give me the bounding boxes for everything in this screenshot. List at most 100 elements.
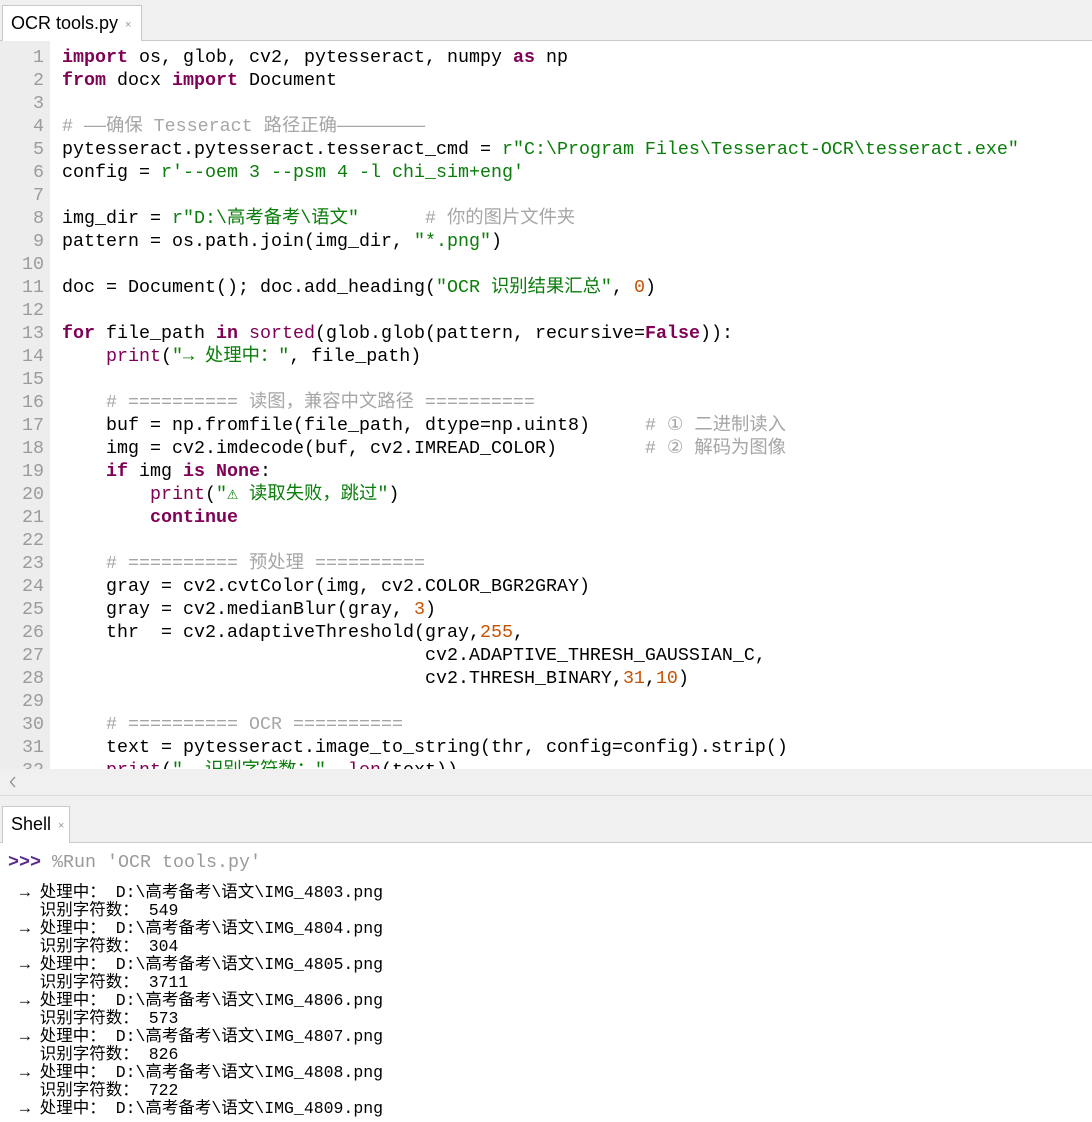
shell-console[interactable]: >>> %Run 'OCR tools.py' → 处理中： D:\高考备考\语文… (0, 842, 1092, 1122)
chevron-left-icon[interactable] (8, 775, 18, 789)
code-editor[interactable]: 1 import os, glob, cv2, pytesseract, nump… (0, 40, 1092, 769)
line-number: 10 (22, 254, 44, 275)
code-text: cv2.ADAPTIVE_THRESH_GAUSSIAN_C, (62, 645, 766, 666)
code-line[interactable]: 4 # ——确保 Tesseract 路径正确———————— (0, 115, 1092, 138)
code-text: # ——确保 Tesseract 路径正确———————— (62, 115, 425, 138)
code-line[interactable]: 23 # ========== 预处理 ========== (0, 552, 1092, 575)
line-number: 18 (22, 438, 44, 459)
code-line[interactable]: 29 (0, 690, 1092, 713)
code-line[interactable]: 25 gray = cv2.medianBlur(gray, 3) (0, 598, 1092, 621)
code-line[interactable]: 24 gray = cv2.cvtColor(img, cv2.COLOR_BG… (0, 575, 1092, 598)
code-line[interactable]: 16 # ========== 读图，兼容中文路径 ========== (0, 391, 1092, 414)
syntax-token-number: 10 (655, 668, 678, 689)
code-line[interactable]: 9 pattern = os.path.join(img_dir, "*.png"… (0, 230, 1092, 253)
code-line[interactable]: 8 img_dir = r"D:\高考备考\语文" # 你的图片文件夹 (0, 207, 1092, 230)
code-line[interactable]: 12 (0, 299, 1092, 322)
code-text: print("⚠ 读取失败，跳过") (150, 484, 400, 505)
shell-tab[interactable]: Shell × (2, 806, 70, 843)
line-number: 26 (22, 622, 44, 643)
code-line[interactable]: 31 text = pytesseract.image_to_string(th… (0, 736, 1092, 759)
syntax-token-keyword: in (216, 323, 238, 344)
shell-output-line: → 处理中： D:\高考备考\语文\IMG_4803.png (20, 883, 384, 902)
code-text: print(" 识别字符数：", len(text)) (62, 759, 458, 769)
horizontal-scrollbar[interactable] (0, 769, 1092, 795)
close-icon[interactable]: × (58, 820, 64, 832)
code-line[interactable]: 18 img = cv2.imdecode(buf, cv2.IMREAD_CO… (0, 437, 1092, 460)
code-line[interactable]: 15 (0, 368, 1092, 391)
line-number: 14 (22, 346, 44, 367)
code-text: gray = cv2.cvtColor(img, cv2.COLOR_BGR2G… (62, 576, 590, 597)
syntax-token-comment: # ① 二进制读入 (644, 415, 787, 436)
code-line[interactable]: 2 from docx import Document (0, 69, 1092, 92)
shell-output-line: → 处理中： D:\高考备考\语文\IMG_4807.png (20, 1027, 384, 1046)
line-number: 21 (22, 507, 44, 528)
syntax-token-number: 31 (622, 668, 645, 689)
line-number: 23 (22, 553, 44, 574)
close-icon[interactable]: × (125, 19, 131, 31)
code-line[interactable]: 1 import os, glob, cv2, pytesseract, nump… (0, 46, 1092, 69)
syntax-token-builtin: sorted (249, 323, 315, 344)
code-line[interactable]: 13 for file_path in sorted(glob.glob(patt… (0, 322, 1092, 345)
code-text: pytesseract.pytesseract.tesseract_cmd = … (62, 139, 1019, 160)
shell-output-line: 识别字符数： 3711 (20, 973, 189, 992)
editor-tab-ocr-tools[interactable]: OCR tools.py × (2, 5, 142, 41)
syntax-token-keyword: is (183, 461, 205, 482)
code-line[interactable]: 17 buf = np.fromfile(file_path, dtype=np… (0, 414, 1092, 437)
shell-output: → 处理中： D:\高考备考\语文\IMG_4803.png 识别字符数： 54… (0, 843, 1092, 1122)
shell-output-line: 识别字符数： 722 (20, 1081, 179, 1100)
syntax-token-string: r'--oem 3 --psm 4 -l chi_sim+eng' (161, 162, 524, 183)
syntax-token-builtin: print (106, 346, 161, 367)
code-text: # ========== 预处理 ========== (62, 552, 425, 575)
code-line[interactable]: 5 pytesseract.pytesseract.tesseract_cmd =… (0, 138, 1092, 161)
code-text: doc = Document(); doc.add_heading("OCR 识… (62, 277, 656, 298)
syntax-token-builtin: print (106, 760, 161, 769)
code-lines: 1 import os, glob, cv2, pytesseract, nump… (0, 41, 1092, 769)
code-line[interactable]: 19 if img is None: (0, 460, 1092, 483)
code-text: buf = np.fromfile(file_path, dtype=np.ui… (62, 415, 787, 436)
editor-tab-title: OCR tools.py (11, 13, 119, 33)
code-line[interactable]: 10 (0, 253, 1092, 276)
code-line[interactable]: 20 print("⚠ 读取失败，跳过") (0, 483, 1092, 506)
code-line[interactable]: 7 (0, 184, 1092, 207)
syntax-token-comment: # ② 解码为图像 (644, 438, 787, 459)
code-text: pattern = os.path.join(img_dir, "*.png") (62, 231, 502, 252)
code-line[interactable]: 30 # ========== OCR ========== (0, 713, 1092, 736)
syntax-token-keyword: import (62, 47, 128, 68)
line-number: 31 (22, 737, 44, 758)
syntax-token-keyword: continue (150, 507, 238, 528)
code-line[interactable]: 21 continue (0, 506, 1092, 529)
line-number: 30 (22, 714, 44, 735)
syntax-token-keyword: for (62, 323, 95, 344)
code-line[interactable]: 3 (0, 92, 1092, 115)
shell-output-line: → 处理中： D:\高考备考\语文\IMG_4806.png (20, 991, 384, 1010)
code-text: from docx import Document (62, 70, 337, 91)
syntax-token-comment: # ========== 读图，兼容中文路径 ========== (106, 392, 535, 413)
syntax-token-builtin: len (348, 760, 381, 769)
code-text: config = r'--oem 3 --psm 4 -l chi_sim+en… (62, 162, 524, 183)
code-text: text = pytesseract.image_to_string(thr, … (62, 737, 788, 758)
line-number: 20 (22, 484, 44, 505)
syntax-token-string: "*.png" (413, 231, 491, 252)
shell-output-line: → 处理中： D:\高考备考\语文\IMG_4804.png (20, 919, 384, 938)
shell-output-line: → 处理中： D:\高考备考\语文\IMG_4809.png (20, 1099, 384, 1118)
line-number: 28 (22, 668, 44, 689)
code-line[interactable]: 28 cv2.THRESH_BINARY,31,10) (0, 667, 1092, 690)
code-line[interactable]: 26 thr = cv2.adaptiveThreshold(gray,255, (0, 621, 1092, 644)
code-line[interactable]: 6 config = r'--oem 3 --psm 4 -l chi_sim+e… (0, 161, 1092, 184)
line-number: 3 (33, 93, 44, 114)
line-number: 2 (33, 70, 44, 91)
editor-tab-bar: OCR tools.py × (0, 0, 1092, 41)
code-line[interactable]: 22 (0, 529, 1092, 552)
shell-output-line: → 处理中： D:\高考备考\语文\IMG_4805.png (20, 955, 384, 974)
code-text: img_dir = r"D:\高考备考\语文" # 你的图片文件夹 (62, 208, 576, 229)
shell-output-line: 识别字符数： 549 (20, 901, 179, 920)
code-line[interactable]: 11 doc = Document(); doc.add_heading("OCR… (0, 276, 1092, 299)
code-line[interactable]: 14 print("→ 处理中：", file_path) (0, 345, 1092, 368)
line-number: 1 (33, 47, 44, 68)
code-line[interactable]: 32 print(" 识别字符数：", len(text)) (0, 759, 1092, 769)
line-number: 16 (22, 392, 44, 413)
line-number: 29 (22, 691, 44, 712)
syntax-token-comment: # ========== OCR ========== (106, 714, 403, 735)
code-line[interactable]: 27 cv2.ADAPTIVE_THRESH_GAUSSIAN_C, (0, 644, 1092, 667)
syntax-token-keyword: False (644, 323, 700, 344)
